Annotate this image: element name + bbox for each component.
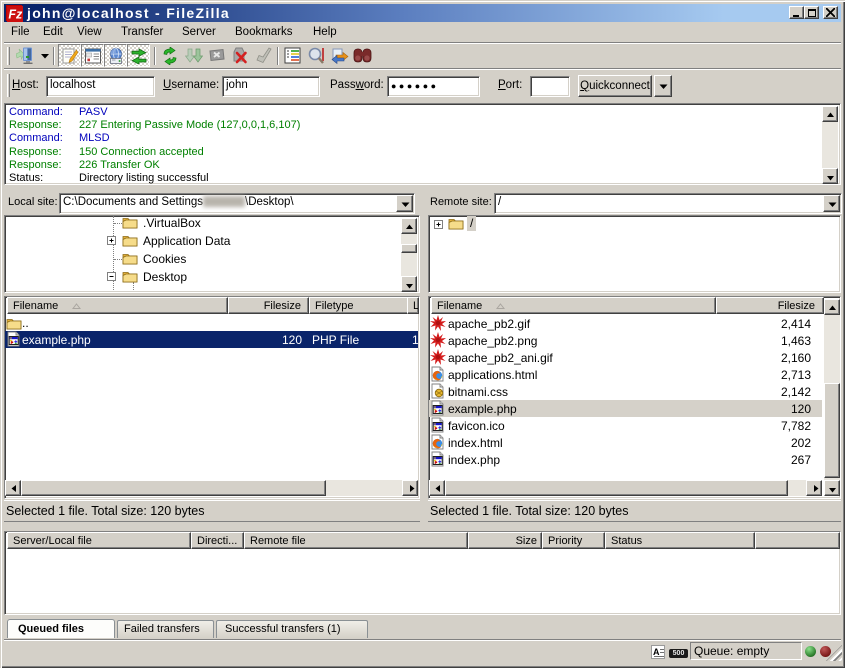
svg-text:Fz: Fz — [8, 8, 23, 22]
